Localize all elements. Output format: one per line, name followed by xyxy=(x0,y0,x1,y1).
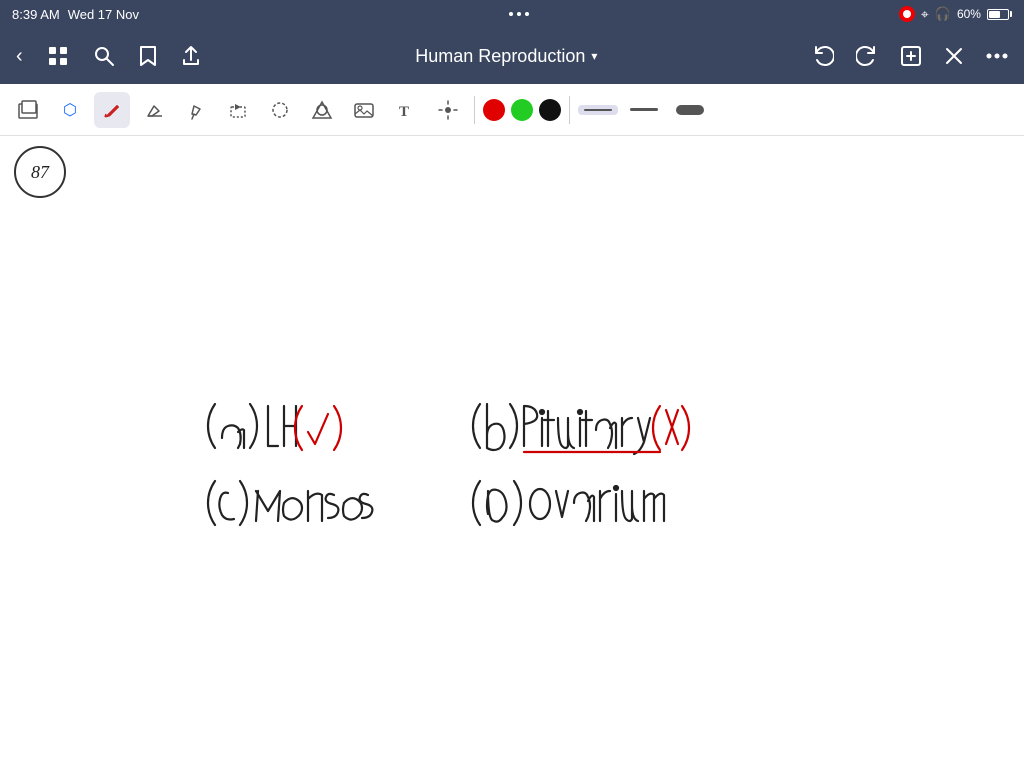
undo-button[interactable] xyxy=(808,41,838,71)
battery-icon xyxy=(987,9,1012,20)
layers-tool[interactable] xyxy=(10,92,46,128)
stroke-medium[interactable] xyxy=(624,104,664,115)
title-bar-right[interactable] xyxy=(808,41,1012,71)
selection-tool[interactable] xyxy=(220,92,256,128)
stroke-thick[interactable] xyxy=(670,101,710,119)
answer-a xyxy=(208,404,296,448)
title-bar-left[interactable]: ‹ xyxy=(12,41,205,72)
title-bar: ‹ Human Reproduction xyxy=(0,28,1024,84)
dot1 xyxy=(509,12,513,16)
text-tool[interactable]: T xyxy=(388,92,424,128)
lasso-tool[interactable] xyxy=(262,92,298,128)
status-left: 8:39 AM Wed 17 Nov xyxy=(12,7,139,22)
eraser-tool[interactable] xyxy=(136,92,172,128)
color-black[interactable] xyxy=(539,99,561,121)
dot3 xyxy=(525,12,529,16)
status-right: ⌖ 🎧 60% xyxy=(899,6,1012,23)
share-button[interactable] xyxy=(177,41,205,71)
spotlight-tool[interactable] xyxy=(430,92,466,128)
handwritten-svg xyxy=(0,136,1024,768)
wifi-icon: ⌖ xyxy=(921,6,929,23)
dot2 xyxy=(517,12,521,16)
close-button[interactable] xyxy=(940,42,968,70)
title-bar-center[interactable]: Human Reproduction ▾ xyxy=(415,46,597,67)
pen-tool[interactable] xyxy=(94,92,130,128)
battery-percent: 60% xyxy=(957,7,981,21)
time: 8:39 AM xyxy=(12,7,60,22)
color-red[interactable] xyxy=(483,99,505,121)
status-center xyxy=(509,12,529,16)
add-page-button[interactable] xyxy=(896,41,926,71)
answer-d xyxy=(473,481,664,525)
answer-c xyxy=(208,481,372,525)
title-dropdown-arrow[interactable]: ▾ xyxy=(591,49,597,63)
canvas-area[interactable]: 87 xyxy=(0,136,1024,768)
highlighter-tool[interactable] xyxy=(178,92,214,128)
color-green[interactable] xyxy=(511,99,533,121)
answer-b xyxy=(473,404,650,454)
answer-a-red xyxy=(295,406,341,450)
back-button[interactable]: ‹ xyxy=(12,41,27,72)
date: Wed 17 Nov xyxy=(68,7,139,22)
image-tool[interactable] xyxy=(346,92,382,128)
headphone-icon: 🎧 xyxy=(935,6,951,22)
document-title: Human Reproduction xyxy=(415,46,585,67)
bookmark-button[interactable] xyxy=(135,41,161,71)
grid-button[interactable] xyxy=(43,41,73,71)
separator-2 xyxy=(569,96,570,124)
recording-indicator xyxy=(899,6,915,22)
stroke-thin[interactable] xyxy=(578,105,618,115)
redo-button[interactable] xyxy=(852,41,882,71)
bluetooth-tool[interactable]: ⬡ xyxy=(52,92,88,128)
status-bar: 8:39 AM Wed 17 Nov ⌖ 🎧 60% xyxy=(0,0,1024,28)
more-options-button[interactable] xyxy=(982,49,1012,63)
svg-text:T: T xyxy=(399,104,409,120)
toolbar: ⬡ xyxy=(0,84,1024,136)
shapes-tool[interactable] xyxy=(304,92,340,128)
separator-1 xyxy=(474,96,475,124)
search-button[interactable] xyxy=(89,41,119,71)
